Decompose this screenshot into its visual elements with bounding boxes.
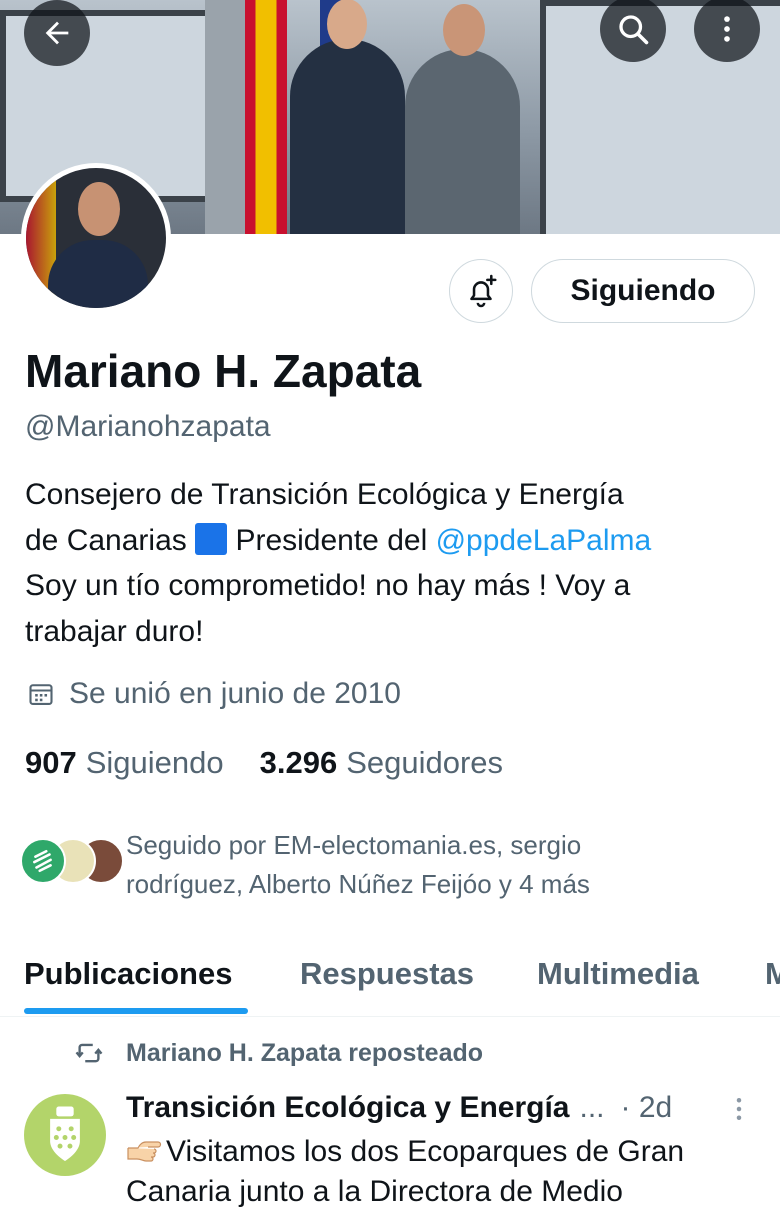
active-tab-indicator: [24, 1008, 248, 1014]
blue-square-emoji: [195, 522, 228, 555]
tab-respuestas[interactable]: Respuestas: [300, 954, 474, 994]
following-label: Siguiendo: [85, 745, 224, 780]
bio-line-1: Consejero de Transición Ecológica y Ener…: [25, 478, 624, 511]
bio-line-4: trabajar duro!: [25, 614, 204, 648]
profile-name: Mariano H. Zapata: [25, 345, 422, 397]
followed-by-line-1: Seguido por EM-electomania.es, sergio: [126, 830, 582, 860]
bio-mention-link[interactable]: @ppdeLaPalma: [436, 524, 652, 557]
followed-by-avatars: [20, 826, 124, 890]
banner-person-left: [290, 0, 405, 234]
followed-by-line-2: rodríguez, Alberto Núñez Feijóo y 4 más: [126, 869, 590, 899]
tab-publicaciones[interactable]: Publicaciones: [24, 954, 232, 994]
post-header: Transición Ecológica y Energía ... · 2d: [126, 1088, 766, 1128]
followers-count-link[interactable]: 3.296 Seguidores: [260, 742, 503, 784]
bell-plus-icon: [470, 274, 497, 308]
notifications-button[interactable]: [449, 259, 513, 323]
following-button[interactable]: Siguiendo: [531, 259, 755, 323]
tab-multimedia[interactable]: Multimedia: [537, 954, 699, 994]
more-vertical-icon: [724, 16, 730, 42]
post-text-line-1: Visitamos los dos Ecoparques de Gran: [166, 1135, 685, 1168]
post-timestamp[interactable]: · 2d: [621, 1088, 673, 1128]
joined-text: Se unió en junio de 2010: [69, 677, 401, 710]
joined-date: Se unió en junio de 2010: [25, 674, 401, 714]
electomania-logo-icon: [33, 849, 52, 873]
followers-count: 3.296: [259, 745, 338, 780]
bio-text: Presidente del: [227, 523, 436, 557]
banner-flag-spain: [245, 0, 287, 234]
bio-line-3: Soy un tío comprometido! no hay más ! Vo…: [25, 569, 631, 602]
profile-tabs: Publicaciones Respuestas Multimedia M: [0, 944, 780, 1017]
following-count: 907: [25, 745, 77, 780]
post-more-button[interactable]: [728, 1094, 750, 1129]
back-button[interactable]: [24, 0, 90, 66]
post-text-line-2: Canaria junto a la Directora de Medio: [126, 1175, 623, 1208]
banner-person-right: [405, 4, 520, 234]
post-author-name[interactable]: Transición Ecológica y Energía: [126, 1088, 569, 1128]
repost-indicator: Mariano H. Zapata reposteado: [74, 1036, 483, 1070]
repost-icon: [75, 1043, 103, 1063]
more-vertical-icon: [736, 1098, 742, 1120]
following-count-link[interactable]: 907 Siguiendo: [25, 742, 224, 784]
followed-by[interactable]: Seguido por EM-electomania.es, sergio ro…: [20, 826, 760, 904]
search-icon: [619, 15, 649, 45]
follow-counts: 907 Siguiendo 3.296 Seguidores: [25, 742, 539, 784]
post-author-avatar[interactable]: [24, 1094, 106, 1176]
profile-avatar[interactable]: [21, 163, 171, 313]
profile-handle: @Marianohzapata: [25, 410, 271, 443]
profile-bio: Consejero de Transición Ecológica y Ener…: [25, 472, 745, 654]
bio-line-2: de Canarias: [25, 523, 187, 557]
post-text: Visitamos los dos Ecoparques de Gran Can…: [126, 1132, 766, 1212]
tab-overflow[interactable]: M: [765, 954, 780, 994]
followers-label: Seguidores: [346, 745, 504, 780]
avatar: [20, 838, 66, 884]
arrow-left-icon: [45, 21, 69, 45]
calendar-icon: [29, 684, 53, 705]
canarias-crest-icon: [50, 1106, 80, 1162]
post-author-ellipsis: ...: [579, 1091, 605, 1124]
repost-text: Mariano H. Zapata reposteado: [126, 1039, 484, 1067]
pointing-hand-icon: [126, 1132, 162, 1172]
followed-by-text: Seguido por EM-electomania.es, sergio ro…: [126, 826, 590, 904]
